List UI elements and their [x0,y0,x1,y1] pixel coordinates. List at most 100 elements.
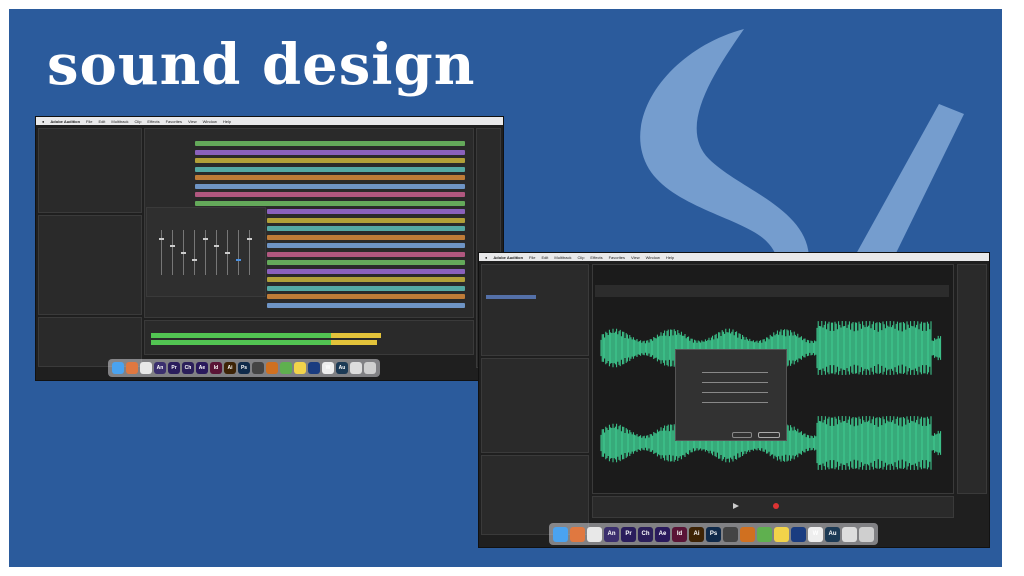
menu-file[interactable]: File [86,119,92,124]
track-clip[interactable] [267,294,465,299]
menu-window[interactable]: Window [203,119,217,124]
menu-window[interactable]: Window [646,255,660,260]
character-animator-icon[interactable]: Ch [638,526,653,542]
illustrator-icon[interactable]: Ai [224,362,236,374]
effects-panel[interactable] [38,215,142,315]
properties-panel[interactable] [957,264,987,494]
fader-knob[interactable] [170,245,175,247]
effect-slider[interactable] [702,402,768,403]
blender-icon[interactable] [266,362,278,374]
track-clip[interactable] [267,234,465,240]
menu-effects[interactable]: Effects [147,119,159,124]
fader-knob[interactable] [159,238,164,240]
notes-icon[interactable] [294,362,306,374]
track-clip[interactable] [267,217,465,223]
track-clip[interactable] [267,243,465,248]
track-clip[interactable] [267,251,465,257]
files-panel[interactable] [481,264,589,356]
menu-effects[interactable]: Effects [590,255,602,260]
utility-icon[interactable] [350,362,362,374]
menu-clip[interactable]: Clip [578,255,585,260]
fader[interactable] [236,230,241,275]
fader-knob[interactable] [225,252,230,254]
menu-favorites[interactable]: Favorites [166,119,182,124]
trash-icon[interactable] [859,526,874,542]
track-clip[interactable] [267,209,465,214]
menu-help[interactable]: Help [666,255,674,260]
effects-rack-panel[interactable] [481,358,589,453]
menu-help[interactable]: Help [223,119,231,124]
photoshop-icon[interactable]: Ps [238,362,250,374]
apply-button[interactable] [758,432,780,438]
track-clip[interactable] [267,260,465,265]
transport-bar[interactable] [592,496,954,518]
fader-knob[interactable] [247,238,252,240]
track-clip[interactable] [195,200,465,206]
utility-icon[interactable] [842,526,857,542]
track-clip[interactable] [267,268,465,274]
fader-knob[interactable] [236,259,241,261]
fader[interactable] [159,230,164,275]
effect-slider[interactable] [702,392,768,393]
menu-edit[interactable]: Edit [99,119,106,124]
character-animator-icon[interactable]: Ch [182,362,194,374]
track-clip[interactable] [195,149,465,155]
unity-icon[interactable] [252,362,264,374]
record-icon[interactable] [773,503,779,509]
fader[interactable] [247,230,252,275]
unity-icon[interactable] [723,526,738,542]
track-clip[interactable] [195,166,465,172]
word-app-icon[interactable]: W [808,526,823,542]
fader-knob[interactable] [203,238,208,240]
track-clip[interactable] [267,277,465,282]
track-clip[interactable] [267,302,465,308]
selected-file-row[interactable] [486,295,536,299]
audio-app-icon[interactable] [308,362,320,374]
track-clip[interactable] [195,183,465,189]
track-clip[interactable] [267,226,465,231]
fader[interactable] [192,230,197,275]
notes-icon[interactable] [774,526,789,542]
fader[interactable] [203,230,208,275]
track-clip[interactable] [195,141,465,146]
track-clip[interactable] [195,175,465,180]
after-effects-icon[interactable]: Ae [655,526,670,542]
files-panel[interactable] [38,128,142,213]
effect-slider[interactable] [702,382,768,383]
menu-clip[interactable]: Clip [135,119,142,124]
effect-slider[interactable] [702,372,768,373]
menu-edit[interactable]: Edit [542,255,549,260]
menu-view[interactable]: View [631,255,640,260]
blender-icon[interactable] [740,526,755,542]
color-app-icon[interactable] [280,362,292,374]
track-clip[interactable] [195,158,465,163]
waveform-editor[interactable] [592,264,954,494]
fader[interactable] [214,230,219,275]
after-effects-icon[interactable]: Ae [196,362,208,374]
animate-icon[interactable]: An [604,526,619,542]
audio-app-icon[interactable] [791,526,806,542]
word-app-icon[interactable]: W [322,362,334,374]
finder-icon[interactable] [553,526,568,542]
indesign-icon[interactable]: Id [672,526,687,542]
menu-favorites[interactable]: Favorites [609,255,625,260]
effect-dialog[interactable] [675,349,787,441]
track-clip[interactable] [267,285,465,291]
audition-icon[interactable]: Au [825,526,840,542]
fader-knob[interactable] [214,245,219,247]
launchpad-icon[interactable] [126,362,138,374]
mixer-dialog[interactable] [146,207,266,297]
menu-view[interactable]: View [188,119,197,124]
fader-knob[interactable] [181,252,186,254]
fader[interactable] [225,230,230,275]
track-clip[interactable] [195,192,465,197]
photoshop-icon[interactable]: Ps [706,526,721,542]
play-icon[interactable] [733,503,739,509]
chrome-icon[interactable] [587,526,602,542]
menu-file[interactable]: File [529,255,535,260]
fader[interactable] [170,230,175,275]
audition-icon[interactable]: Au [336,362,348,374]
menu-multitrack[interactable]: Multitrack [111,119,128,124]
launchpad-icon[interactable] [570,526,585,542]
premiere-icon[interactable]: Pr [621,526,636,542]
